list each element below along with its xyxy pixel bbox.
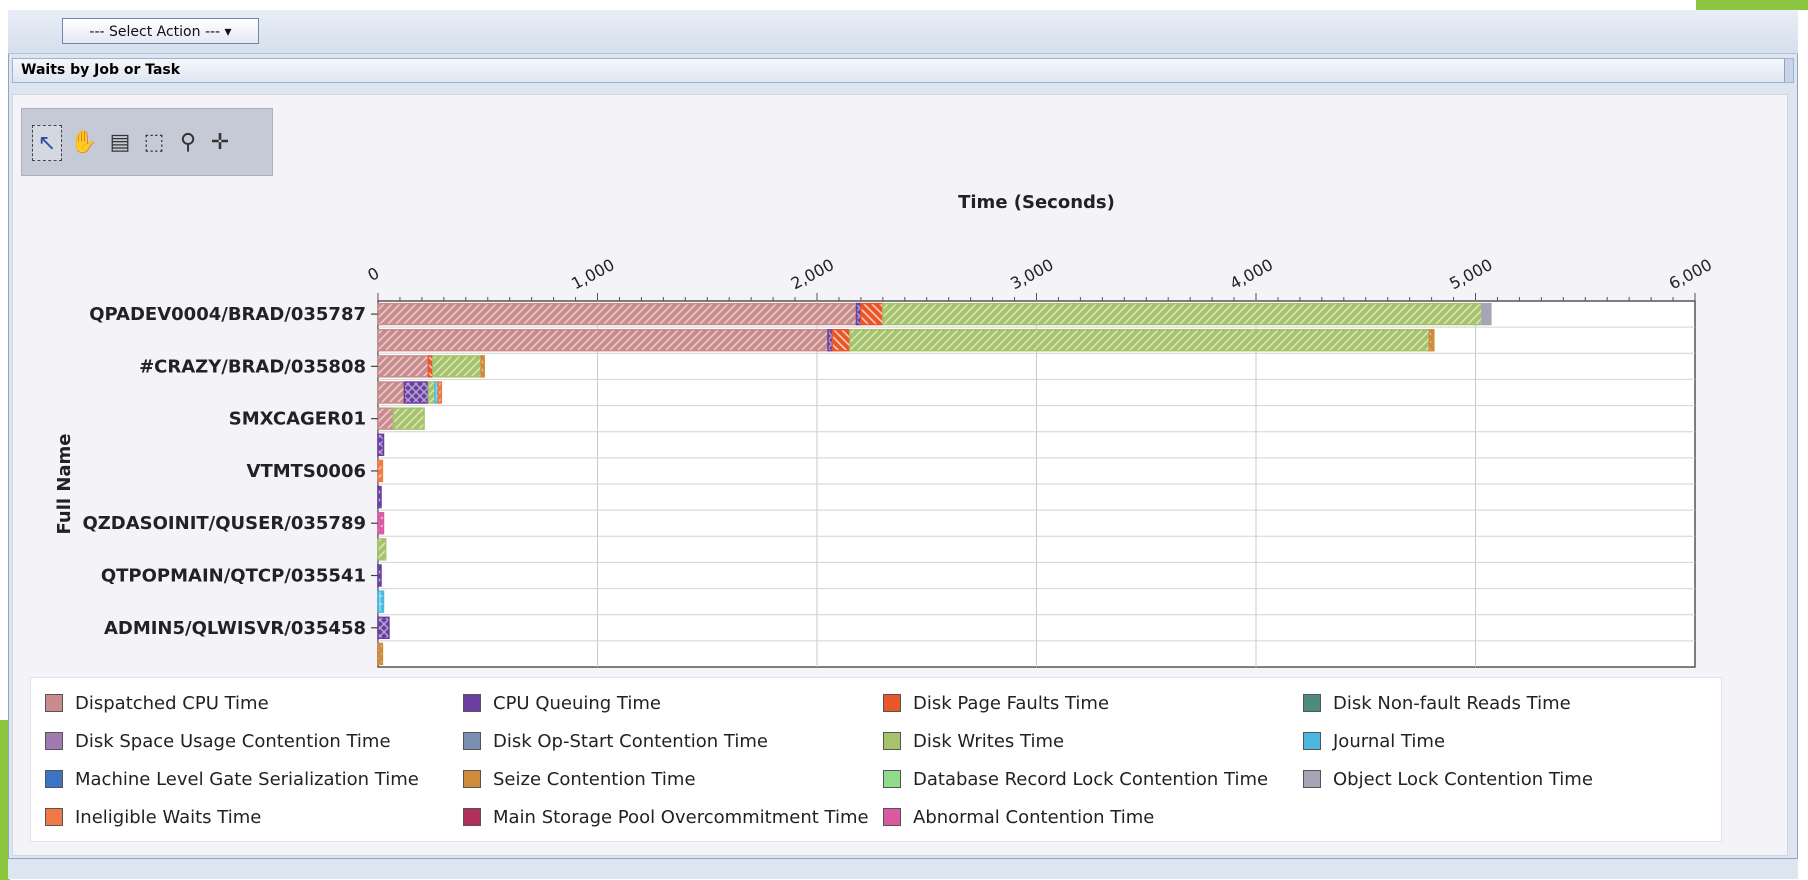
legend-label: Disk Op-Start Contention Time <box>493 730 768 752</box>
legend-swatch <box>463 770 481 788</box>
legend-label: Journal Time <box>1333 730 1446 752</box>
y-tick-label: #CRAZY/BRAD/035808 <box>139 356 366 377</box>
bar-segment <box>437 381 443 404</box>
bar-segment <box>1428 329 1435 352</box>
legend-swatch <box>45 770 63 788</box>
bar-segment <box>882 302 1483 326</box>
bar-segment <box>432 355 482 378</box>
legend-swatch <box>1303 732 1321 750</box>
legend-label: Main Storage Pool Overcommitment Time <box>493 806 869 828</box>
legend-item[interactable]: Ineligible Waits Time <box>45 802 261 832</box>
y-tick-label: QTPOPMAIN/QTCP/035541 <box>101 566 366 587</box>
x-tick-label: 0 <box>364 263 382 285</box>
legend-swatch <box>463 808 481 826</box>
legend-label: Seize Contention Time <box>493 768 696 790</box>
legend-item[interactable]: Dispatched CPU Time <box>45 688 269 718</box>
legend-label: Object Lock Contention Time <box>1333 768 1593 790</box>
legend-swatch <box>463 694 481 712</box>
legend-label: CPU Queuing Time <box>493 692 661 714</box>
bar-segment <box>377 642 384 666</box>
legend-item[interactable]: Database Record Lock Contention Time <box>883 764 1268 794</box>
legend-item[interactable]: Disk Page Faults Time <box>883 688 1109 718</box>
bar-segment <box>480 355 485 378</box>
y-tick-label: VTMTS0006 <box>247 461 366 482</box>
bar-segment <box>403 381 430 404</box>
legend-label: Machine Level Gate Serialization Time <box>75 768 419 790</box>
legend-label: Disk Writes Time <box>913 730 1065 752</box>
legend-label: Disk Non-fault Reads Time <box>1333 692 1571 714</box>
bar-segment <box>377 485 382 509</box>
bar-segment <box>377 512 385 535</box>
y-axis-title: Full Name <box>54 434 75 535</box>
legend-item[interactable]: Abnormal Contention Time <box>883 802 1154 832</box>
bar-segment <box>860 302 884 326</box>
legend-label: Disk Space Usage Contention Time <box>75 730 391 752</box>
bar-segment <box>392 407 425 430</box>
x-tick-label: 6,000 <box>1666 255 1715 293</box>
legend-swatch <box>883 732 901 750</box>
y-tick-label: SMXCAGER01 <box>229 409 366 430</box>
x-axis-title: Time (Seconds) <box>958 192 1115 213</box>
legend-item[interactable]: Main Storage Pool Overcommitment Time <box>463 802 869 832</box>
x-tick-label: 5,000 <box>1446 255 1495 293</box>
bar-segment <box>377 381 406 404</box>
bar-segment <box>377 564 382 587</box>
legend-item[interactable]: Journal Time <box>1303 726 1445 756</box>
legend-item[interactable]: Disk Space Usage Contention Time <box>45 726 391 756</box>
y-tick-label: QPADEV0004/BRAD/035787 <box>89 304 366 325</box>
legend-swatch <box>45 694 63 712</box>
x-tick-label: 2,000 <box>788 255 837 293</box>
bar-segment <box>1481 302 1492 326</box>
legend-swatch <box>1303 694 1321 712</box>
y-tick-label: QZDASOINIT/QUSER/035789 <box>82 513 366 534</box>
chart-legend: Dispatched CPU Time CPU Queuing Time Disk … <box>30 677 1722 842</box>
legend-label: Dispatched CPU Time <box>75 692 269 714</box>
bar-segment <box>849 329 1431 352</box>
legend-swatch <box>883 808 901 826</box>
legend-item[interactable]: Seize Contention Time <box>463 764 696 794</box>
bar-segment <box>377 329 829 352</box>
legend-label: Ineligible Waits Time <box>75 806 262 828</box>
bar-segment <box>377 302 858 326</box>
bar-segment <box>377 407 395 430</box>
legend-item[interactable]: Disk Op-Start Contention Time <box>463 726 768 756</box>
legend-item[interactable]: Disk Writes Time <box>883 726 1064 756</box>
status-strip <box>8 858 1798 879</box>
bar-segment <box>377 590 385 613</box>
bar-segment <box>377 355 430 378</box>
x-tick-label: 4,000 <box>1227 255 1276 293</box>
x-tick-label: 3,000 <box>1007 255 1056 293</box>
legend-item[interactable]: Disk Non-fault Reads Time <box>1303 688 1571 718</box>
application-window: --- Select Action --- ▾ Waits by Job or … <box>0 0 1808 880</box>
bar-segment <box>377 459 384 483</box>
bar-segment <box>377 616 390 639</box>
legend-item[interactable]: Machine Level Gate Serialization Time <box>45 764 419 794</box>
bar-segment <box>377 433 385 456</box>
bar-segment <box>427 381 436 404</box>
legend-swatch <box>463 732 481 750</box>
legend-swatch <box>883 770 901 788</box>
legend-label: Abnormal Contention Time <box>913 806 1155 828</box>
bar-segment <box>831 329 851 352</box>
legend-label: Disk Page Faults Time <box>913 692 1110 714</box>
bar-segment <box>377 538 387 561</box>
legend-label: Database Record Lock Contention Time <box>913 768 1269 790</box>
legend-swatch <box>45 732 63 750</box>
x-tick-label: 1,000 <box>568 255 617 293</box>
legend-swatch <box>45 808 63 826</box>
y-tick-label: ADMIN5/QLWISVR/035458 <box>104 618 366 639</box>
legend-item[interactable]: Object Lock Contention Time <box>1303 764 1593 794</box>
legend-item[interactable]: CPU Queuing Time <box>463 688 661 718</box>
legend-swatch <box>883 694 901 712</box>
legend-swatch <box>1303 770 1321 788</box>
